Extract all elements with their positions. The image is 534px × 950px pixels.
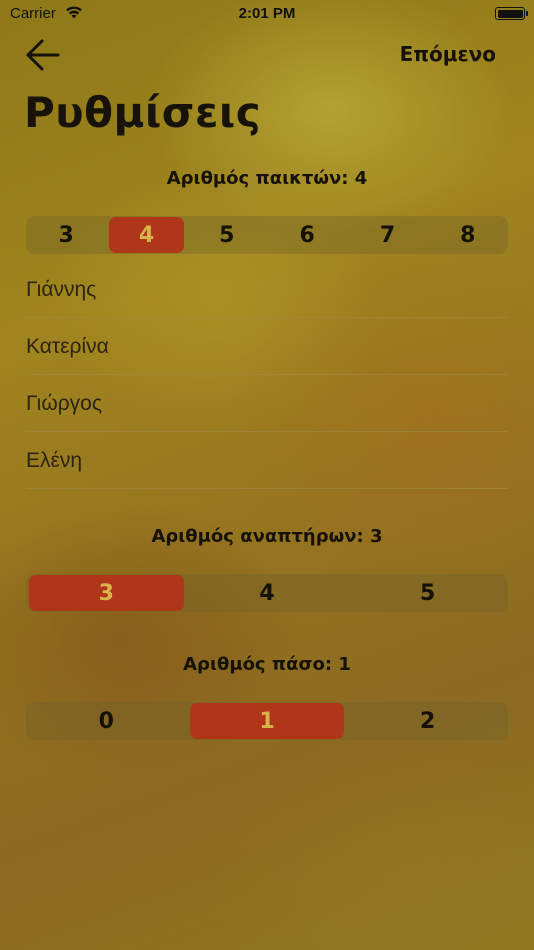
player-name-text: Γιάννης <box>26 277 97 301</box>
players-option-7[interactable]: 7 <box>350 217 424 253</box>
status-time: 2:01 PM <box>238 5 296 22</box>
players-option-8[interactable]: 8 <box>431 217 505 253</box>
players-option-3[interactable]: 3 <box>29 217 103 253</box>
players-count-selector[interactable]: 3 4 5 6 7 8 <box>26 216 508 254</box>
battery-tip <box>526 11 528 16</box>
battery-icon <box>495 7 525 20</box>
player-name-field[interactable]: Κατερίνα <box>26 319 508 375</box>
pass-count-label: Αριθμός πάσο: 1 <box>183 654 351 675</box>
players-option-5[interactable]: 5 <box>190 217 264 253</box>
player-name-field[interactable]: Γιώργος <box>26 376 508 432</box>
substitutes-count-label: Αριθμός αναπτήρων: 3 <box>151 526 383 547</box>
substitutes-option-5[interactable]: 5 <box>350 575 505 611</box>
players-option-6[interactable]: 6 <box>270 217 344 253</box>
pass-count-selector[interactable]: 0 1 2 <box>26 702 508 740</box>
pass-option-1[interactable]: 1 <box>189 703 345 739</box>
substitutes-option-4[interactable]: 4 <box>190 575 345 611</box>
player-name-text: Ελένη <box>26 448 83 472</box>
substitutes-count-selector[interactable]: 3 4 5 <box>26 574 508 612</box>
pass-option-2[interactable]: 2 <box>350 703 505 739</box>
pass-option-0[interactable]: 0 <box>29 703 184 739</box>
players-option-4[interactable]: 4 <box>109 217 184 253</box>
back-arrow-icon[interactable] <box>24 36 62 74</box>
substitutes-option-3[interactable]: 3 <box>29 575 184 611</box>
player-name-field[interactable]: Ελένη <box>26 433 508 489</box>
player-name-field[interactable]: Γιάννης <box>26 262 508 318</box>
player-name-text: Γιώργος <box>26 391 102 415</box>
page-title: Ρυθμίσεις <box>24 88 262 137</box>
players-count-label: Αριθμός παικτών: 4 <box>166 168 368 189</box>
status-bar: Carrier 2:01 PM <box>0 0 534 28</box>
player-name-text: Κατερίνα <box>26 334 109 358</box>
next-button[interactable]: Επόμενο <box>400 42 496 66</box>
